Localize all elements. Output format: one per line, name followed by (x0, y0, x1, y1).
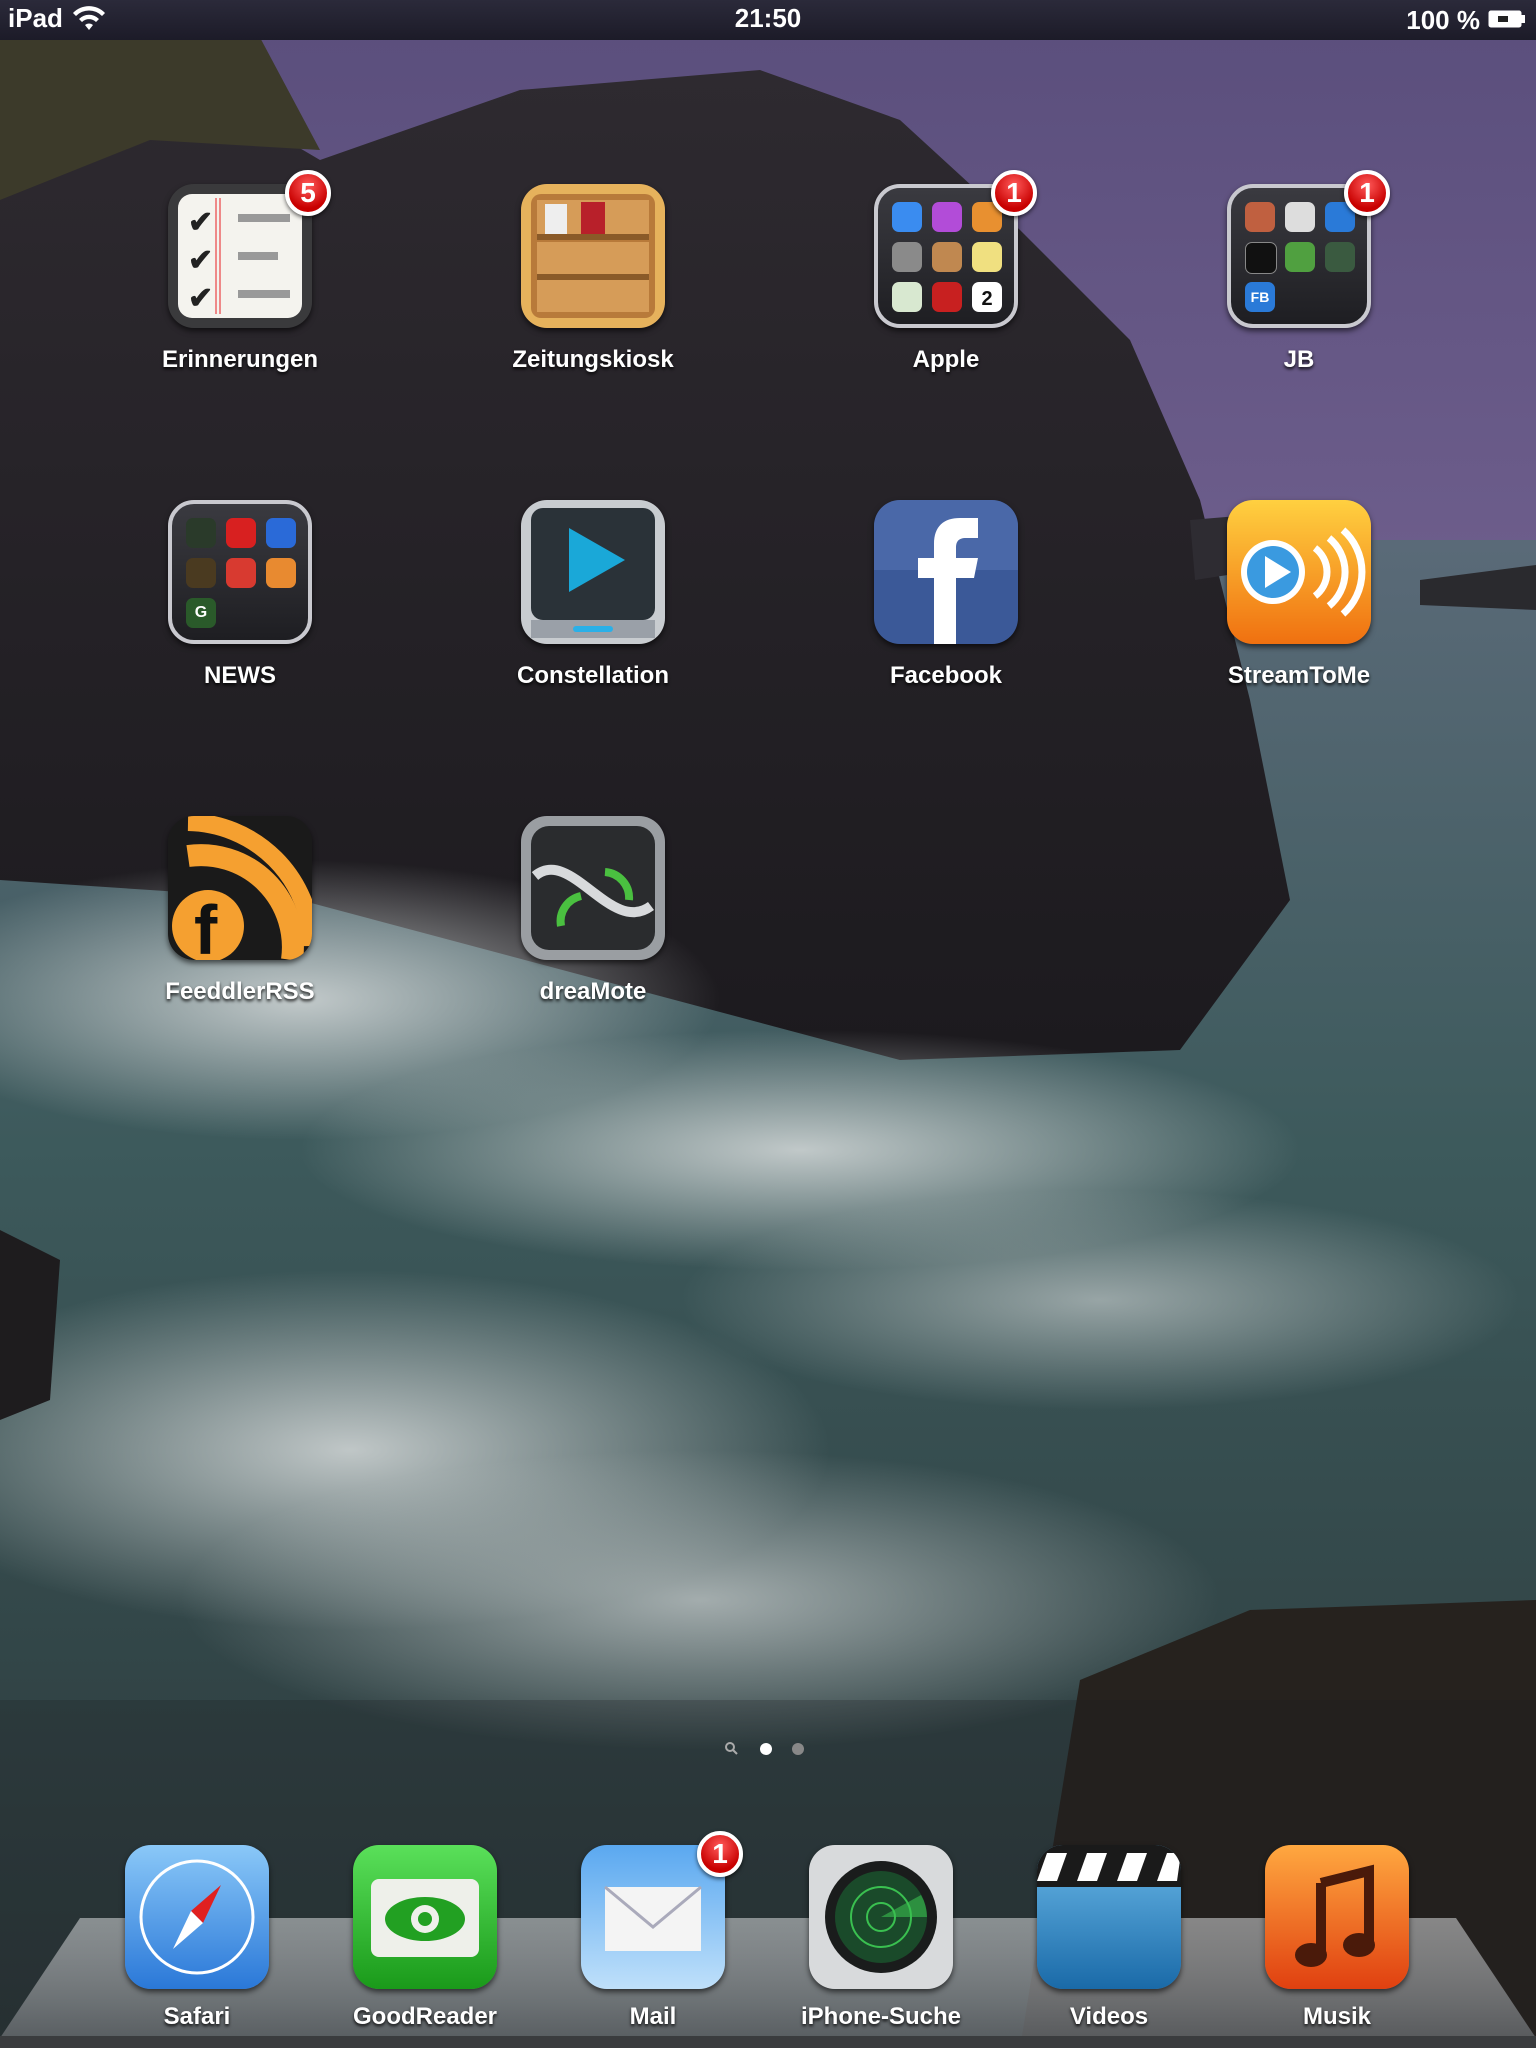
maps-mini-icon (892, 282, 922, 312)
geek-mini-icon (186, 518, 216, 548)
app-label: Videos (1069, 2003, 1149, 2030)
app-label: NEWS (204, 662, 276, 689)
newsstand-icon (521, 184, 665, 328)
settings-mini-icon (892, 242, 922, 272)
app-label: Mail (629, 2003, 677, 2030)
feeddler-rss-icon: f (168, 816, 312, 960)
photobooth-mini-icon (932, 282, 962, 312)
app-label: iPhone-Suche (800, 2003, 962, 2030)
bild-mini-icon (226, 518, 256, 548)
notification-badge: 1 (697, 1831, 743, 1877)
reader-mini-icon (186, 558, 216, 588)
svg-text:f: f (194, 891, 218, 960)
terminal-mini-icon (1245, 242, 1277, 274)
app-label: Apple (912, 346, 980, 373)
tool-mini-icon (1325, 242, 1355, 272)
app-label: JB (1283, 346, 1315, 373)
calendar-mini-icon: 2 (972, 282, 1002, 312)
folder-icon: G (168, 500, 312, 644)
app-label: FeeddlerRSS (165, 978, 315, 1005)
safari-compass-icon (125, 1845, 269, 1989)
dreamote-icon (521, 816, 665, 960)
computerbild-mini-icon (266, 518, 296, 548)
g-mini-icon: G (186, 598, 216, 628)
app-label: GoodReader (352, 2003, 498, 2030)
streamtome-icon (1227, 500, 1371, 644)
svg-text:✔: ✔ (188, 244, 213, 277)
page-indicator[interactable] (0, 1740, 1536, 1760)
battery-icon (1488, 10, 1525, 28)
ifile-mini-icon (1285, 242, 1315, 272)
sbsettings-mini-icon (1285, 202, 1315, 232)
news-app-mini-icon (266, 558, 296, 588)
app-label: dreaMote (539, 978, 647, 1005)
contacts-mini-icon (932, 242, 962, 272)
find-my-iphone-radar-icon (809, 1845, 953, 1989)
videos-clapperboard-icon (1037, 1845, 1181, 1989)
app-label: Constellation (516, 662, 669, 689)
goodreader-eye-icon (353, 1845, 497, 1989)
app-label: StreamToMe (1227, 662, 1371, 689)
app-label: Facebook (889, 662, 1003, 689)
app-label: Erinnerungen (161, 346, 318, 373)
app-label: Zeitungskiosk (512, 346, 674, 373)
page-dot-current[interactable] (760, 1743, 772, 1755)
spotlight-search-icon[interactable] (724, 1741, 740, 1757)
battery-percent: 100 % (1406, 5, 1480, 35)
fb-mini-icon: FB (1245, 282, 1275, 312)
notes-mini-icon (972, 242, 1002, 272)
notification-badge: 5 (285, 170, 331, 216)
constellation-icon (521, 500, 665, 644)
page-dot[interactable] (792, 1743, 804, 1755)
clock-time: 21:50 (734, 3, 802, 33)
svg-text:✔: ✔ (188, 206, 213, 239)
cydia-mini-icon (1245, 202, 1275, 232)
notification-badge: 1 (991, 170, 1037, 216)
facebook-icon (874, 500, 1018, 644)
itunes-mini-icon (932, 202, 962, 232)
svg-text:✔: ✔ (188, 282, 213, 315)
app-label: Safari (163, 2003, 231, 2030)
music-note-icon (1265, 1845, 1409, 1989)
notification-badge: 1 (1344, 170, 1390, 216)
status-bar: iPad 21:50 100 % (0, 0, 1536, 40)
tagesschau-mini-icon (226, 558, 256, 588)
app-label: Musik (1302, 2003, 1371, 2030)
app-store-mini-icon (892, 202, 922, 232)
